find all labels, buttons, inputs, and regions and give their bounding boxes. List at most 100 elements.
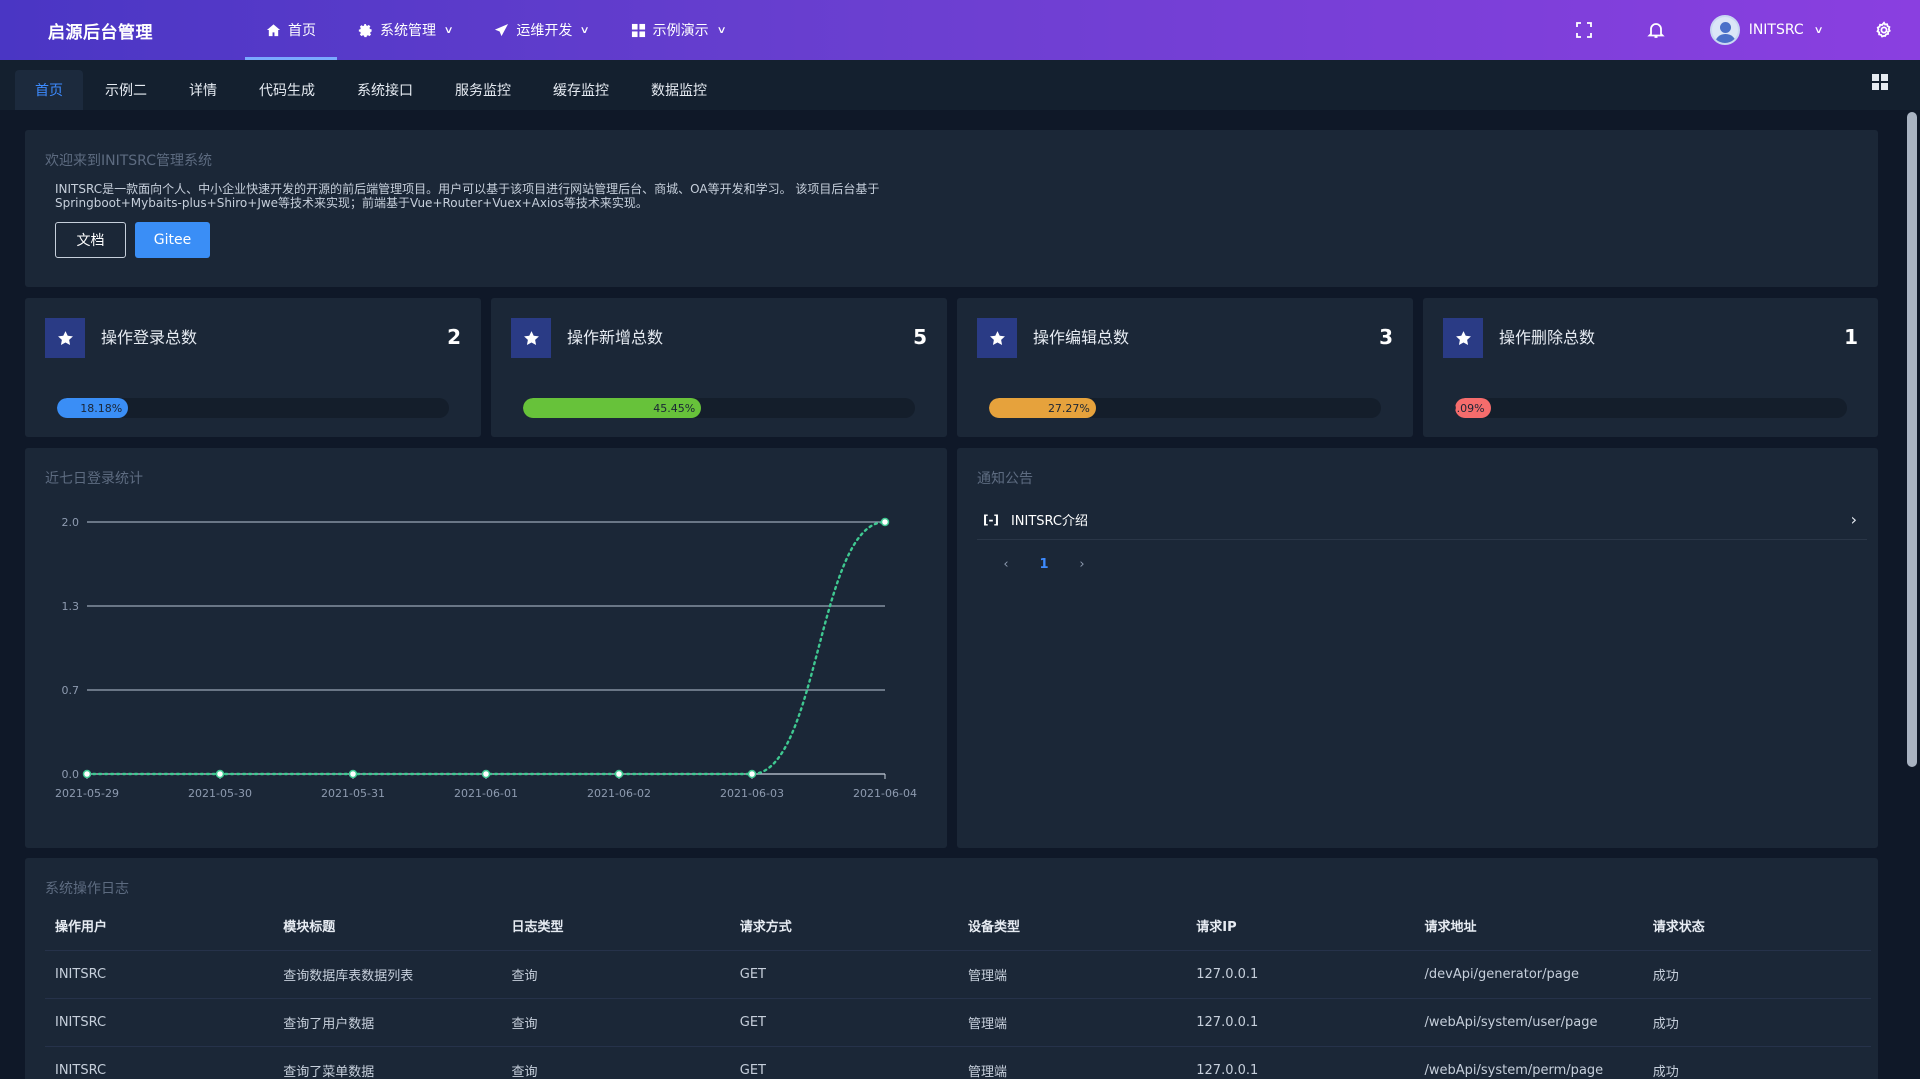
notification-button[interactable] — [1620, 0, 1692, 60]
pagination: ‹ 1 › — [987, 550, 1101, 578]
notice-panel: 通知公告 [-] INITSRC介绍 › ‹ 1 › — [957, 448, 1878, 848]
x-tick-label: 2021-05-29 — [55, 787, 119, 800]
cell-device: 管理端 — [958, 998, 1187, 1047]
progress-fill: 9.09% — [1455, 398, 1491, 418]
nav-system[interactable]: 系统管理 ∨ — [337, 0, 473, 60]
stat-label: 操作登录总数 — [101, 328, 198, 347]
data-point — [747, 769, 757, 779]
grid-cell — [1872, 83, 1879, 90]
top-header: 启源后台管理 首页 系统管理 ∨ 运维开发 ∨ 示例演示 ∨ INITSRC ∨ — [0, 0, 1920, 60]
stat-value: 2 — [447, 325, 461, 349]
cell-user: INITSRC — [45, 950, 274, 999]
series-line — [85, 520, 887, 776]
x-tick-label: 2021-05-30 — [188, 787, 252, 800]
cell-device: 管理端 — [958, 1046, 1187, 1079]
y-tick-label: 0.0 — [62, 768, 80, 781]
tab-detail[interactable]: 详情 — [169, 70, 237, 110]
column-header: 请求地址 — [1414, 902, 1643, 951]
nav-demo-label: 示例演示 — [652, 23, 709, 39]
stat-value: 3 — [1379, 325, 1393, 349]
welcome-description: INITSRC是一款面向个人、中小企业快速开发的开源的前后端管理项目。用户可以基… — [55, 182, 880, 210]
operation-log-panel: 系统操作日志 操作用户 模块标题 日志类型 请求方式 设备类型 请求IP 请求地… — [25, 858, 1878, 1079]
nav-home-label: 首页 — [288, 23, 316, 39]
settings-icon — [1876, 21, 1891, 38]
grid-cell — [1872, 74, 1879, 81]
tab-system-api[interactable]: 系统接口 — [337, 70, 433, 110]
column-header: 请求IP — [1186, 902, 1415, 951]
grid-cell — [1881, 83, 1888, 90]
cell-user: INITSRC — [45, 1046, 274, 1079]
y-tick-label: 0.7 — [62, 684, 80, 697]
chevron-down-icon: ∨ — [1813, 24, 1824, 36]
cell-module: 查询了菜单数据 — [273, 1046, 502, 1079]
y-tick-label: 1.3 — [62, 600, 80, 613]
cell-method: GET — [729, 1046, 958, 1079]
tab-home[interactable]: 首页 — [15, 70, 83, 110]
progress-bar: 27.27% — [989, 398, 1381, 418]
top-nav: 首页 系统管理 ∨ 运维开发 ∨ 示例演示 ∨ — [245, 0, 746, 60]
table-header-row: 操作用户 模块标题 日志类型 请求方式 设备类型 请求IP 请求地址 请求状态 — [45, 902, 1871, 951]
notice-tag: [-] — [983, 512, 999, 527]
notice-title: 通知公告 — [977, 471, 1033, 487]
cell-log-type: 查询 — [501, 998, 730, 1047]
star-icon — [977, 318, 1017, 358]
cell-device: 管理端 — [958, 950, 1187, 999]
next-page-button[interactable]: › — [1063, 550, 1101, 578]
star-icon — [45, 318, 85, 358]
cell-module: 查询了用户数据 — [273, 998, 502, 1047]
data-point — [348, 769, 358, 779]
user-menu[interactable]: INITSRC ∨ — [1692, 0, 1848, 60]
nav-devops-label: 运维开发 — [516, 23, 573, 39]
cell-url: /devApi/generator/page — [1414, 950, 1643, 999]
progress-bar: 9.09% — [1455, 398, 1847, 418]
nav-demo[interactable]: 示例演示 ∨ — [610, 0, 746, 60]
gear-icon — [358, 23, 372, 37]
settings-button[interactable] — [1848, 0, 1920, 60]
tab-data-monitor[interactable]: 数据监控 — [631, 70, 727, 110]
cell-module: 查询数据库表数据列表 — [273, 950, 502, 999]
tab-example2[interactable]: 示例二 — [85, 70, 167, 110]
chevron-right-icon: › — [1850, 510, 1857, 529]
data-point — [614, 769, 624, 779]
x-tick-label: 2021-06-01 — [454, 787, 518, 800]
cell-url: /webApi/system/user/page — [1414, 998, 1643, 1047]
notice-item-title: INITSRC介绍 — [1010, 514, 1089, 529]
stat-label: 操作删除总数 — [1499, 328, 1596, 347]
log-title: 系统操作日志 — [45, 881, 129, 897]
stat-card-login: 操作登录总数 2 18.18% — [25, 298, 481, 437]
table-row[interactable]: INITSRC 查询了用户数据 查询 GET 管理端 127.0.0.1 /we… — [45, 998, 1871, 1047]
scrollbar-thumb[interactable] — [1907, 112, 1917, 767]
tab-codegen[interactable]: 代码生成 — [239, 70, 335, 110]
brand-title: 启源后台管理 — [48, 22, 153, 43]
table-row[interactable]: INITSRC 查询数据库表数据列表 查询 GET 管理端 127.0.0.1 … — [45, 950, 1871, 999]
header-actions: INITSRC ∨ — [1548, 0, 1920, 60]
stat-label: 操作新增总数 — [567, 328, 664, 347]
cell-ip: 127.0.0.1 — [1186, 950, 1415, 999]
gitee-button[interactable]: Gitee — [135, 222, 210, 258]
page-number[interactable]: 1 — [1025, 550, 1063, 578]
tabs-menu-grid-icon[interactable] — [1872, 74, 1890, 92]
nav-home[interactable]: 首页 — [245, 0, 337, 60]
column-header: 请求方式 — [729, 902, 958, 951]
login-line-chart: 0.0 0.7 1.3 2.0 2021-05-29 2021-05-30 2021-05-… — [55, 516, 917, 800]
tab-service-monitor[interactable]: 服务监控 — [435, 70, 531, 110]
grid-cell — [1881, 74, 1888, 81]
notice-item[interactable]: [-] INITSRC介绍 › — [977, 500, 1867, 540]
nav-system-label: 系统管理 — [380, 23, 436, 39]
prev-page-button[interactable]: ‹ — [987, 550, 1025, 578]
cell-ip: 127.0.0.1 — [1186, 998, 1415, 1047]
chevron-down-icon: ∨ — [443, 24, 454, 36]
avatar — [1709, 15, 1740, 45]
home-icon — [266, 23, 281, 36]
cell-status: 成功 — [1642, 998, 1871, 1047]
table-row[interactable]: INITSRC 查询了菜单数据 查询 GET 管理端 127.0.0.1 /we… — [45, 1046, 1871, 1079]
tab-cache-monitor[interactable]: 缓存监控 — [533, 70, 629, 110]
x-tick-label: 2021-06-04 — [853, 787, 917, 800]
cell-status: 成功 — [1642, 1046, 1871, 1079]
nav-devops[interactable]: 运维开发 ∨ — [473, 0, 609, 60]
doc-button[interactable]: 文档 — [55, 222, 126, 258]
stat-value: 5 — [913, 325, 927, 349]
fullscreen-button[interactable] — [1548, 0, 1620, 60]
column-header: 操作用户 — [45, 902, 274, 951]
page-tabs: 首页 示例二 详情 代码生成 系统接口 服务监控 缓存监控 数据监控 — [0, 60, 1920, 110]
